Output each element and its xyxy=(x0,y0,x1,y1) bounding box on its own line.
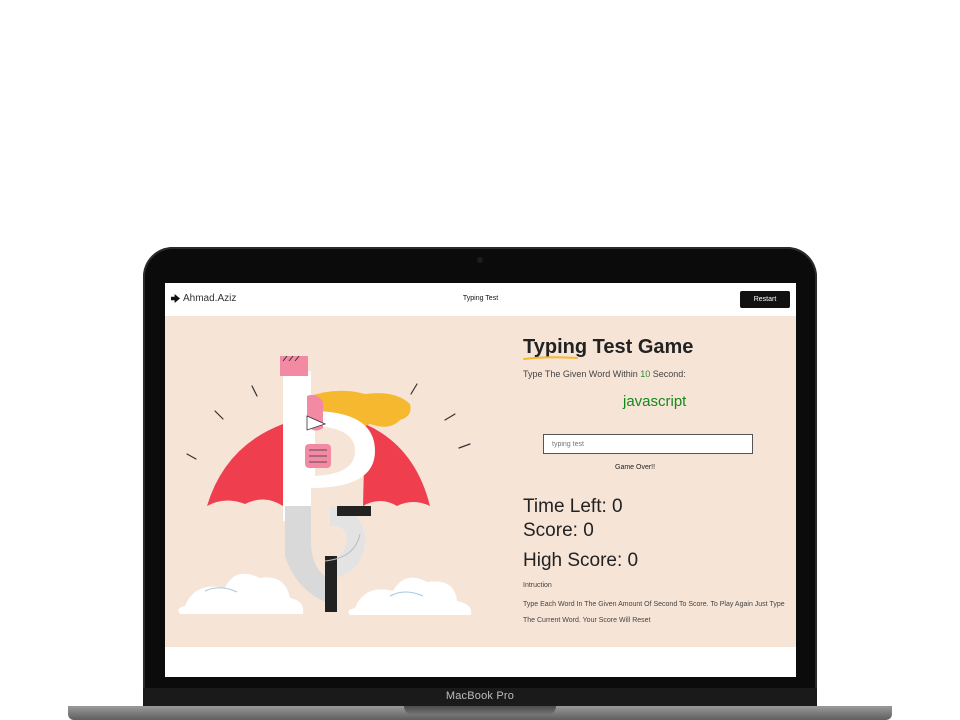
camera-icon xyxy=(477,257,483,263)
game-panel: Typing Test Game Type The Given Word Wit… xyxy=(523,336,793,624)
time-left: Time Left: 0 xyxy=(523,496,623,518)
instructions-text: Type Each Word In The Given Amount Of Se… xyxy=(523,601,785,624)
time-left-label: Time Left: xyxy=(523,496,613,517)
title-underline xyxy=(523,356,578,360)
restart-button[interactable]: Restart xyxy=(740,291,790,308)
current-word: javascript xyxy=(623,393,687,410)
typing-input[interactable] xyxy=(543,434,753,454)
game-instruction: Type The Given Word Within 10 Second: xyxy=(523,369,793,379)
page-footer xyxy=(165,647,796,677)
score-value: 0 xyxy=(583,520,594,541)
laptop-screen: Ahmad.Aziz Typing Test Restart Typing Te… xyxy=(165,283,796,677)
game-message: Game Over!! xyxy=(615,464,656,471)
instruction-prefix: Type The Given Word Within xyxy=(523,369,641,379)
main-content: Typing Test Game Type The Given Word Wit… xyxy=(165,316,796,647)
score-label: Score: xyxy=(523,520,584,541)
score: Score: 0 xyxy=(523,520,594,542)
seconds-value: 10 xyxy=(640,369,651,379)
laptop-notch xyxy=(404,706,556,715)
navbar: Ahmad.Aziz Typing Test Restart xyxy=(165,283,796,316)
page-title: Typing Test xyxy=(462,295,499,302)
game-title: Typing Test Game xyxy=(523,336,693,360)
instruction-suffix: Second: xyxy=(650,369,686,379)
high-score: High Score: 0 xyxy=(523,550,638,572)
instructions-title: Intruction xyxy=(523,582,552,589)
superhero-illustration xyxy=(178,355,472,615)
high-score-label: High Score: xyxy=(523,550,628,571)
high-score-value: 0 xyxy=(627,550,639,571)
device-label: MacBook Pro xyxy=(445,690,515,702)
time-left-value: 0 xyxy=(612,496,623,517)
